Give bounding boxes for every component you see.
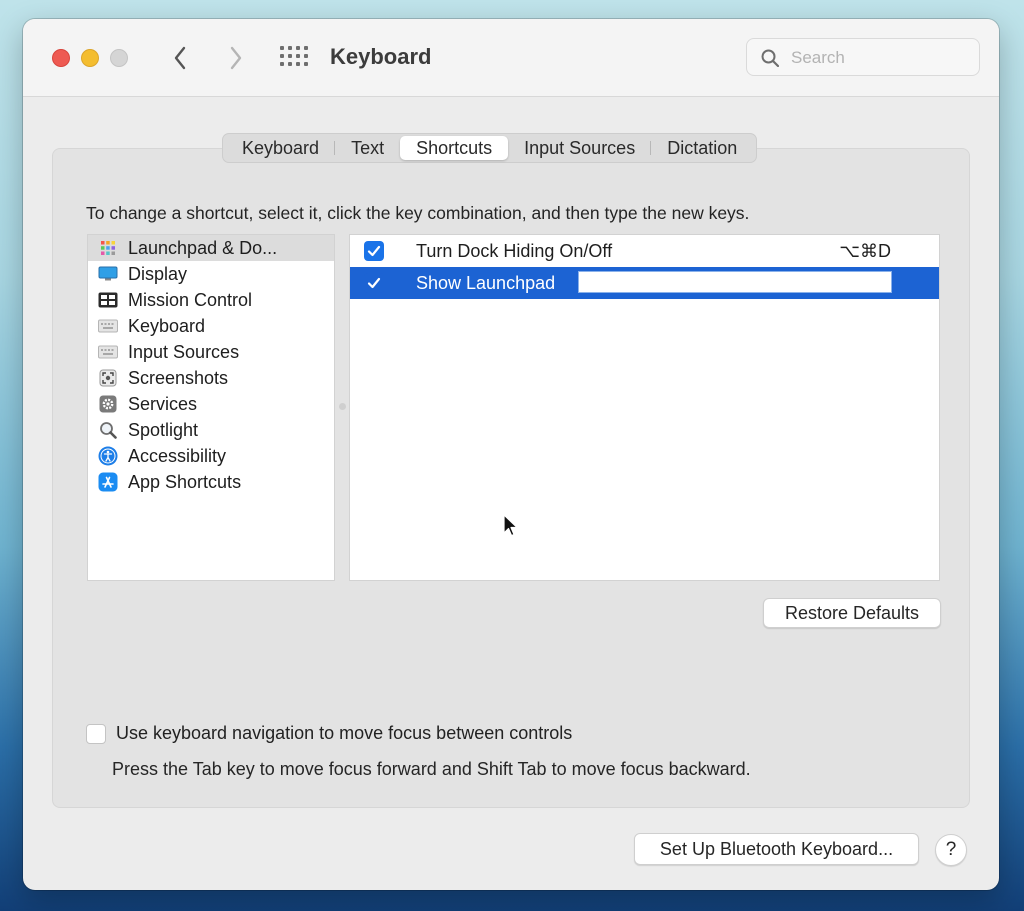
- shortcut-key-field[interactable]: [578, 271, 892, 293]
- category-label: Display: [128, 263, 188, 284]
- app-store-icon: [98, 472, 118, 492]
- tab-bar: Keyboard Text Shortcuts Input Sources Di…: [222, 133, 758, 163]
- shortcut-keys[interactable]: ⌥⌘D: [839, 241, 891, 262]
- tab-dictation[interactable]: Dictation: [651, 136, 753, 160]
- keyboard-icon: [98, 342, 118, 362]
- tab-text[interactable]: Text: [335, 136, 400, 160]
- category-item-screenshots[interactable]: Screenshots: [88, 365, 334, 391]
- category-item-mission-control[interactable]: Mission Control: [88, 287, 334, 313]
- magnifier-icon: [98, 420, 118, 440]
- title-bar: Keyboard: [23, 19, 999, 97]
- keyboard-navigation-checkbox[interactable]: [86, 724, 106, 744]
- category-item-app-shortcuts[interactable]: App Shortcuts: [88, 469, 334, 495]
- shortcut-label: Turn Dock Hiding On/Off: [416, 240, 613, 261]
- checkmark-icon: [367, 277, 381, 289]
- category-label: Screenshots: [128, 367, 229, 388]
- shortcut-checkbox[interactable]: [364, 273, 384, 293]
- minimize-button[interactable]: [81, 49, 99, 67]
- forward-button[interactable]: [221, 41, 251, 75]
- category-label: Launchpad & Do...: [128, 237, 278, 258]
- show-all-button[interactable]: [280, 46, 308, 70]
- category-label: Mission Control: [128, 289, 253, 310]
- close-button[interactable]: [52, 49, 70, 67]
- category-item-accessibility[interactable]: Accessibility: [88, 443, 334, 469]
- shortcut-row-show-launchpad[interactable]: Show Launchpad: [350, 267, 939, 299]
- set-up-bluetooth-keyboard-button[interactable]: Set Up Bluetooth Keyboard...: [634, 833, 919, 865]
- help-button[interactable]: ?: [935, 834, 967, 866]
- shortcut-label: Show Launchpad: [416, 272, 556, 293]
- category-list: Launchpad & Do... Display Mission Contro…: [87, 234, 335, 581]
- shortcut-row-turn-dock-hiding[interactable]: Turn Dock Hiding On/Off ⌥⌘D: [350, 235, 939, 267]
- category-label: Services: [128, 393, 198, 414]
- category-item-keyboard[interactable]: Keyboard: [88, 313, 334, 339]
- tab-keyboard[interactable]: Keyboard: [226, 136, 336, 160]
- keyboard-icon: [98, 316, 118, 336]
- display-icon: [98, 264, 118, 284]
- split-view-handle[interactable]: [339, 403, 346, 410]
- category-item-display[interactable]: Display: [88, 261, 334, 287]
- keyboard-navigation-label[interactable]: Use keyboard navigation to move focus be…: [116, 723, 572, 744]
- gear-icon: [98, 394, 118, 414]
- chevron-left-icon: [174, 46, 186, 70]
- chevron-right-icon: [230, 46, 242, 70]
- category-label: Keyboard: [128, 315, 206, 336]
- category-label: App Shortcuts: [128, 471, 242, 492]
- mission-control-icon: [98, 290, 118, 310]
- shortcut-checkbox[interactable]: [364, 241, 384, 261]
- category-item-launchpad-dock[interactable]: Launchpad & Do...: [88, 235, 334, 261]
- tab-shortcuts[interactable]: Shortcuts: [400, 136, 509, 160]
- screenshot-icon: [98, 368, 118, 388]
- keyboard-navigation-hint: Press the Tab key to move focus forward …: [112, 759, 751, 779]
- launchpad-icon: [98, 238, 118, 258]
- search-box[interactable]: [746, 38, 980, 76]
- restore-defaults-button[interactable]: Restore Defaults: [763, 598, 941, 628]
- system-preferences-window: Keyboard Keyboard Text Shortcuts Input S…: [23, 19, 999, 890]
- search-icon: [761, 49, 779, 67]
- category-item-services[interactable]: Services: [88, 391, 334, 417]
- category-label: Spotlight: [128, 419, 199, 440]
- category-item-input-sources[interactable]: Input Sources: [88, 339, 334, 365]
- category-label: Input Sources: [128, 341, 240, 362]
- category-item-spotlight[interactable]: Spotlight: [88, 417, 334, 443]
- accessibility-icon: [98, 446, 118, 466]
- mouse-pointer-icon: [503, 514, 518, 537]
- search-input[interactable]: [789, 47, 973, 69]
- tab-input-sources[interactable]: Input Sources: [508, 136, 652, 160]
- instructions-text: To change a shortcut, select it, click t…: [86, 203, 750, 223]
- category-label: Accessibility: [128, 445, 227, 466]
- back-button[interactable]: [165, 41, 195, 75]
- window-title: Keyboard: [330, 44, 432, 69]
- shortcut-list: Turn Dock Hiding On/Off ⌥⌘D Show Launchp…: [349, 234, 940, 581]
- zoom-button[interactable]: [110, 49, 128, 67]
- checkmark-icon: [367, 245, 381, 257]
